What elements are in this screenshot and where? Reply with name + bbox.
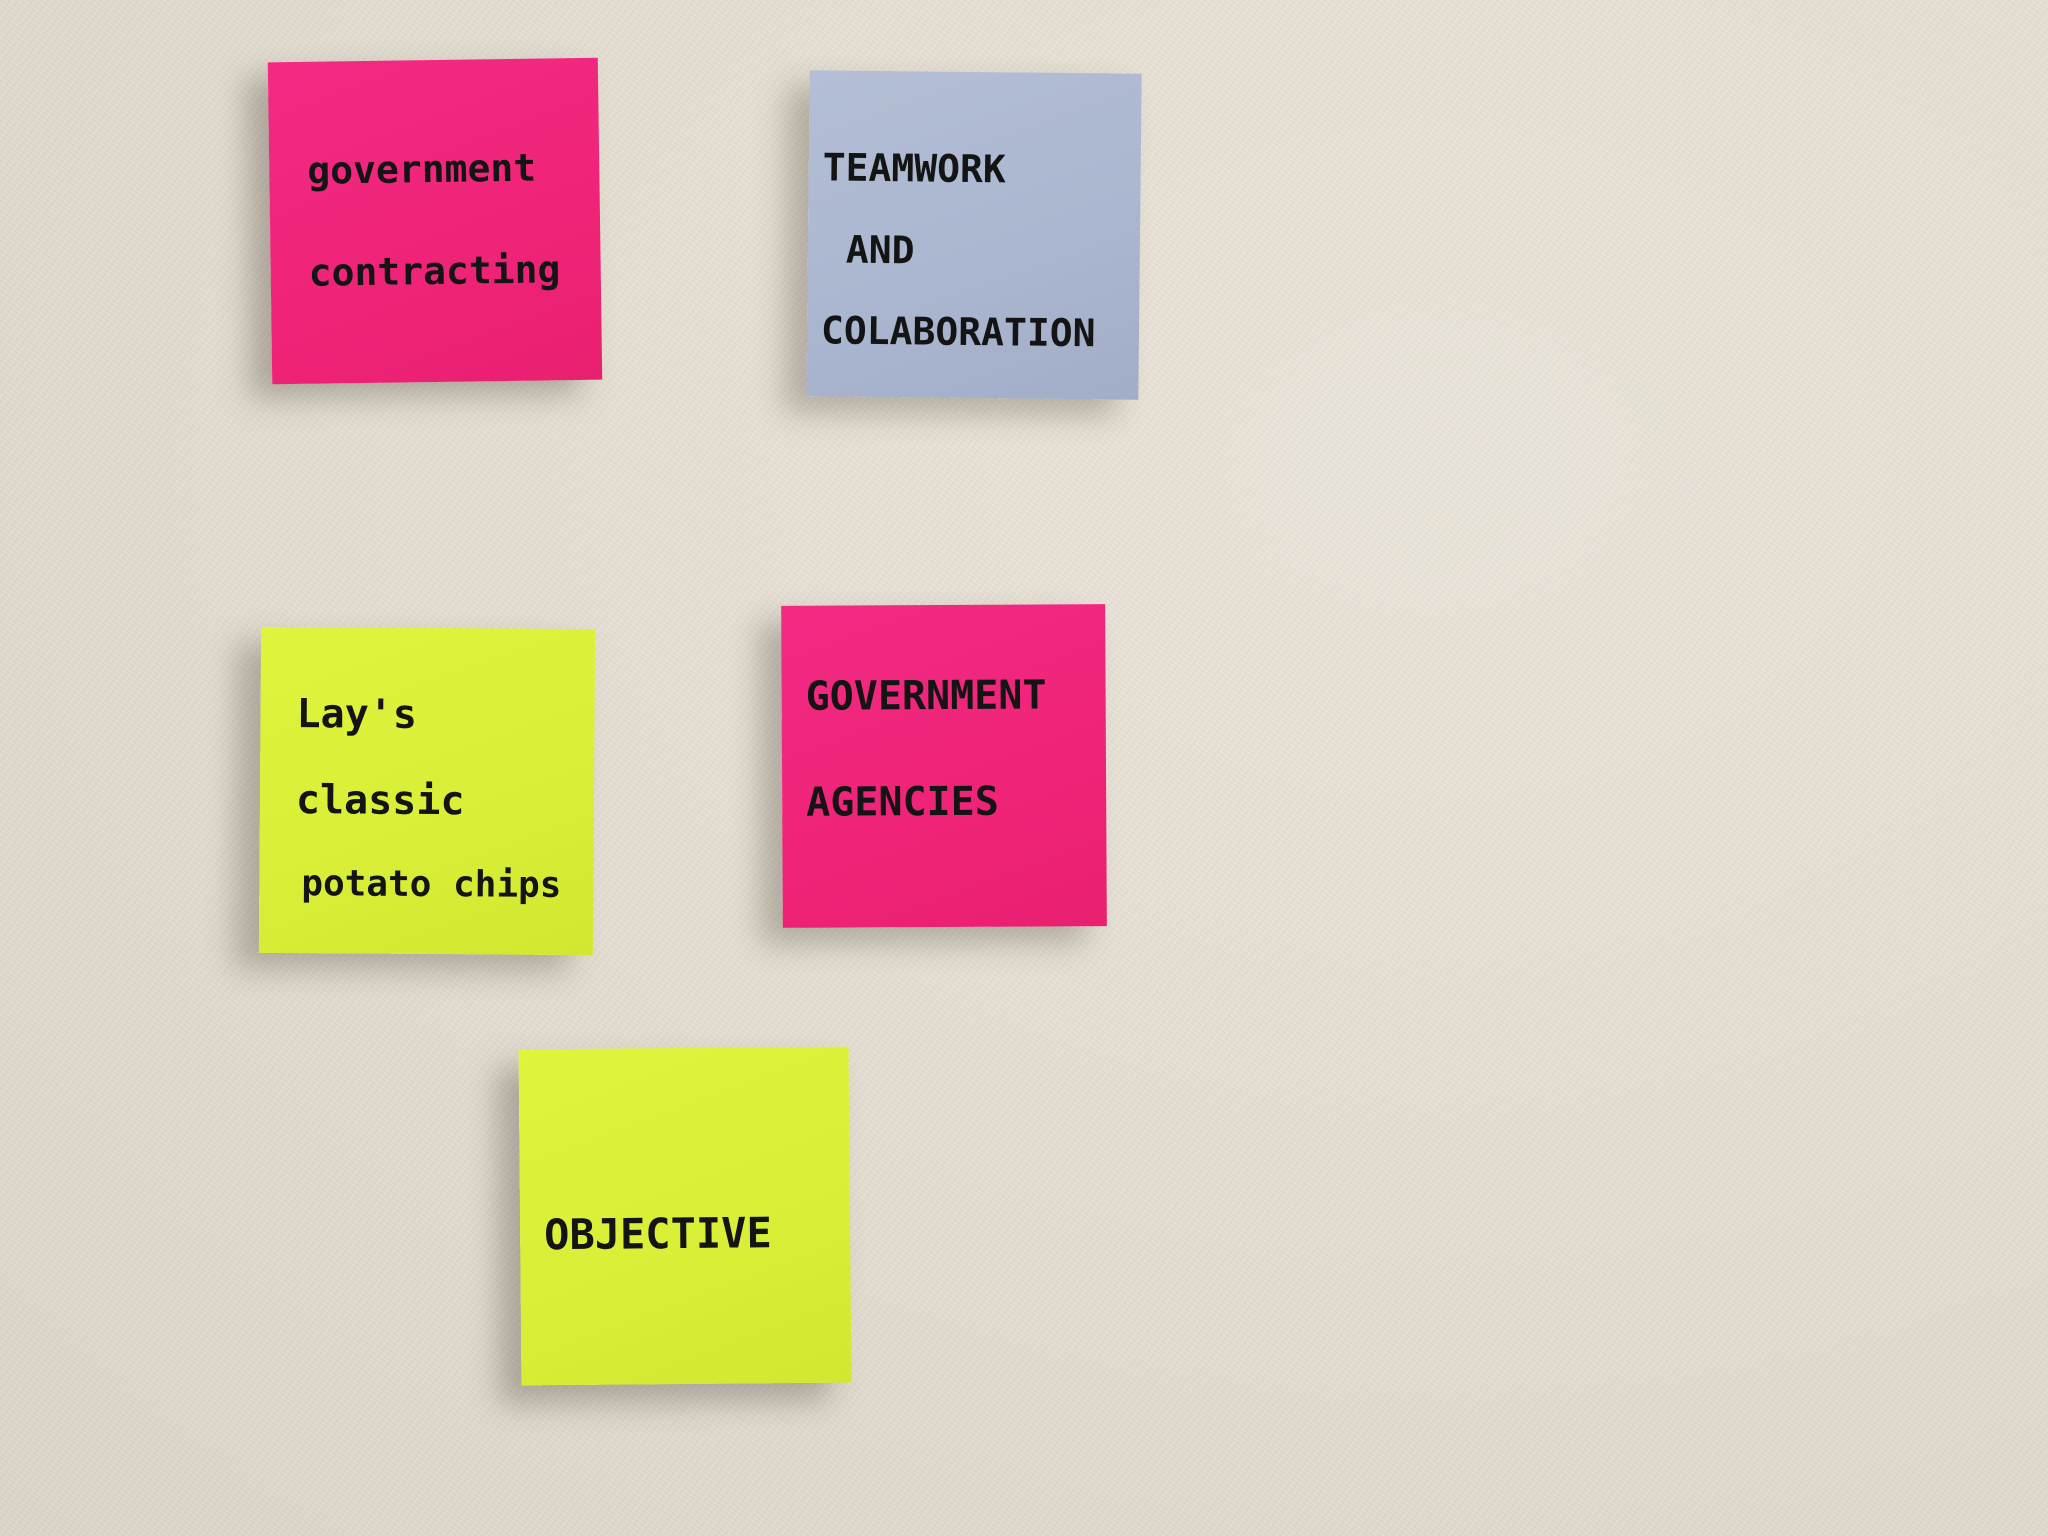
note-text-line: classic	[295, 777, 465, 825]
sticky-note-government-contracting: government contracting	[267, 57, 603, 385]
note-text-line: AND	[845, 227, 915, 273]
note-text-line: potato chips	[301, 863, 562, 906]
note-text-line: Lay's	[296, 691, 418, 738]
note-text-line: GOVERNMENT	[805, 672, 1047, 720]
note-text-line: TEAMWORK	[822, 145, 1006, 192]
note-text-line: OBJECTIVE	[543, 1208, 772, 1260]
note-text-line: contracting	[308, 246, 561, 295]
sticky-note-lays: Lay's classic potato chips	[258, 626, 596, 956]
note-text-line: AGENCIES	[806, 778, 999, 826]
sticky-note-government-agencies: GOVERNMENT AGENCIES	[781, 604, 1107, 928]
note-text-line: COLABORATION	[820, 308, 1096, 356]
note-text-line: government	[306, 145, 537, 193]
sticky-note-objective: OBJECTIVE	[518, 1046, 852, 1386]
sticky-note-teamwork: TEAMWORK AND COLABORATION	[806, 70, 1142, 400]
